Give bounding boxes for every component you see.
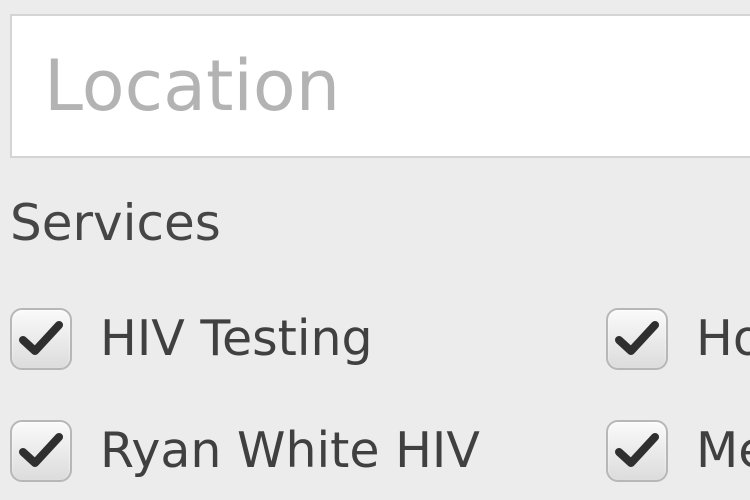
checkmark-icon bbox=[19, 321, 63, 355]
service-option-label: Ryan White HIV bbox=[100, 422, 480, 479]
checkbox[interactable] bbox=[606, 420, 668, 482]
search-filter-panel: Services HIV Testing Ho Ryan White HIV bbox=[0, 0, 750, 500]
service-option-label: Me bbox=[696, 422, 750, 479]
service-option-ryan-white-hiv[interactable]: Ryan White HIV bbox=[10, 416, 480, 486]
service-option-hiv-testing[interactable]: HIV Testing bbox=[10, 304, 373, 374]
checkbox[interactable] bbox=[606, 308, 668, 370]
services-heading: Services bbox=[10, 194, 221, 252]
service-option-me[interactable]: Me bbox=[606, 416, 750, 486]
service-option-label: HIV Testing bbox=[100, 310, 373, 367]
checkbox[interactable] bbox=[10, 308, 72, 370]
checkmark-icon bbox=[19, 433, 63, 467]
checkmark-icon bbox=[615, 433, 659, 467]
checkmark-icon bbox=[615, 321, 659, 355]
checkbox[interactable] bbox=[10, 420, 72, 482]
location-input[interactable] bbox=[10, 14, 750, 158]
service-option-label: Ho bbox=[696, 310, 750, 367]
service-option-ho[interactable]: Ho bbox=[606, 304, 750, 374]
